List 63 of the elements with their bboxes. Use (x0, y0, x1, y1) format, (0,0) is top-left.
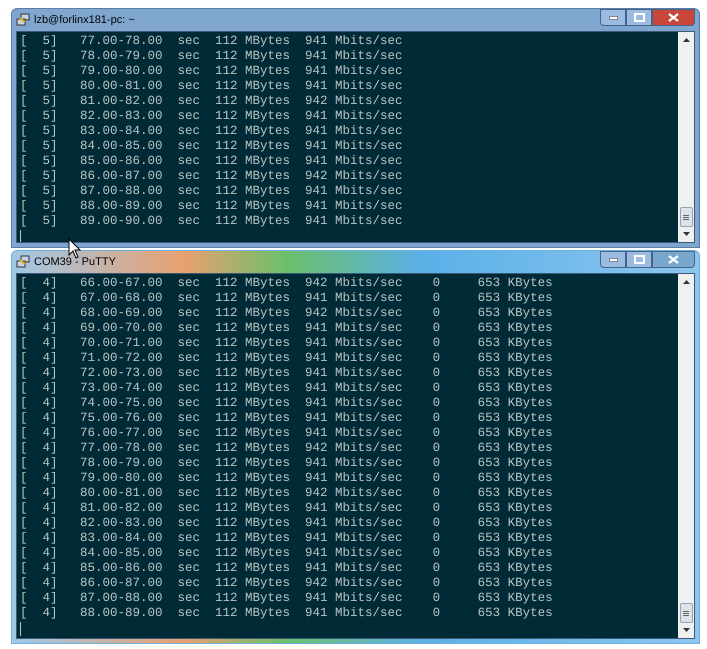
terminal-line: [ 5] 78.00-79.00 sec 112 MBytes 941 Mbits/sec (20, 49, 404, 64)
maximize-button[interactable] (626, 251, 652, 268)
terminal-line: [ 4] 84.00-85.00 sec 112 MBytes 941 Mbits/sec 0 653 KBytes (20, 546, 554, 561)
putty-computers-icon (16, 255, 30, 269)
terminal-line: [ 4] 88.00-89.00 sec 112 MBytes 941 Mbits/sec 0 653 KBytes (20, 606, 554, 621)
close-button[interactable] (652, 251, 695, 268)
terminal-line: [ 4] 78.00-79.00 sec 112 MBytes 941 Mbits/sec 0 653 KBytes (20, 456, 554, 471)
scroll-up-arrow-icon[interactable] (682, 36, 690, 45)
scrollbar[interactable] (678, 32, 694, 242)
terminal-line: [ 4] 75.00-76.00 sec 112 MBytes 941 Mbits/sec 0 653 KBytes (20, 411, 554, 426)
terminal-line: [ 4] 73.00-74.00 sec 112 MBytes 941 Mbits/sec 0 653 KBytes (20, 381, 554, 396)
terminal-line: [ 4] 71.00-72.00 sec 112 MBytes 941 Mbits/sec 0 653 KBytes (20, 351, 554, 366)
terminal-line: [ 4] 83.00-84.00 sec 112 MBytes 941 Mbits/sec 0 653 KBytes (20, 531, 554, 546)
terminal-line: [ 4] 86.00-87.00 sec 112 MBytes 942 Mbits/sec 0 653 KBytes (20, 576, 554, 591)
scroll-up-arrow-icon[interactable] (682, 278, 690, 287)
terminal-line: [ 5] 85.00-86.00 sec 112 MBytes 941 Mbits/sec (20, 154, 404, 169)
minimize-icon (608, 258, 618, 262)
minimize-button[interactable] (600, 251, 626, 268)
maximize-icon (634, 13, 644, 22)
close-icon (668, 255, 679, 264)
terminal-line: [ 4] 87.00-88.00 sec 112 MBytes 941 Mbits/sec 0 653 KBytes (20, 591, 554, 606)
terminal-line: [ 5] 86.00-87.00 sec 112 MBytes 942 Mbits/sec (20, 169, 404, 184)
terminal-line: [ 4] 74.00-75.00 sec 112 MBytes 941 Mbits/sec 0 653 KBytes (20, 396, 554, 411)
text-cursor (20, 230, 21, 242)
terminal-line: [ 4] 72.00-73.00 sec 112 MBytes 941 Mbits/sec 0 653 KBytes (20, 366, 554, 381)
mouse-pointer-icon (68, 238, 81, 259)
terminal-line: [ 4] 68.00-69.00 sec 112 MBytes 942 Mbits/sec 0 653 KBytes (20, 306, 554, 321)
scroll-down-arrow-icon[interactable] (682, 625, 690, 634)
terminal-line: [ 5] 87.00-88.00 sec 112 MBytes 941 Mbits/sec (20, 184, 404, 199)
maximize-button[interactable] (626, 9, 652, 26)
terminal-line: [ 4] 76.00-77.00 sec 112 MBytes 941 Mbits/sec 0 653 KBytes (20, 426, 554, 441)
putty-computers-icon (16, 13, 30, 27)
scrollbar[interactable] (678, 274, 694, 638)
terminal-line: [ 4] 77.00-78.00 sec 112 MBytes 942 Mbits/sec 0 653 KBytes (20, 441, 554, 456)
terminal-line: [ 5] 77.00-78.00 sec 112 MBytes 941 Mbits/sec (20, 34, 404, 49)
minimize-button[interactable] (600, 9, 626, 26)
terminal-line: [ 5] 80.00-81.00 sec 112 MBytes 941 Mbits/sec (20, 79, 404, 94)
scroll-thumb[interactable] (680, 207, 692, 227)
terminal-line: [ 4] 70.00-71.00 sec 112 MBytes 941 Mbits/sec 0 653 KBytes (20, 336, 554, 351)
window-title: lzb@forlinx181-pc: ~ (34, 12, 136, 28)
terminal-line: [ 4] 79.00-80.00 sec 112 MBytes 941 Mbits/sec 0 653 KBytes (20, 471, 554, 486)
terminal-line: [ 5] 82.00-83.00 sec 112 MBytes 941 Mbits/sec (20, 109, 404, 124)
minimize-icon (608, 16, 618, 20)
terminal-line: [ 4] 66.00-67.00 sec 112 MBytes 942 Mbits/sec 0 653 KBytes (20, 276, 554, 291)
terminal-line: [ 5] 79.00-80.00 sec 112 MBytes 941 Mbits/sec (20, 64, 404, 79)
terminal-line: [ 4] 82.00-83.00 sec 112 MBytes 941 Mbits/sec 0 653 KBytes (20, 516, 554, 531)
terminal-line: [ 5] 83.00-84.00 sec 112 MBytes 941 Mbits/sec (20, 124, 404, 139)
maximize-icon (634, 255, 644, 264)
close-icon (668, 13, 679, 22)
close-button[interactable] (652, 9, 695, 26)
terminal-line: [ 4] 80.00-81.00 sec 112 MBytes 942 Mbits/sec 0 653 KBytes (20, 486, 554, 501)
terminal-line: [ 5] 84.00-85.00 sec 112 MBytes 941 Mbits/sec (20, 139, 404, 154)
terminal-line: [ 5] 81.00-82.00 sec 112 MBytes 942 Mbits/sec (20, 94, 404, 109)
terminal-line: [ 4] 67.00-68.00 sec 112 MBytes 941 Mbits/sec 0 653 KBytes (20, 291, 554, 306)
terminal-line: [ 5] 88.00-89.00 sec 112 MBytes 941 Mbits/sec (20, 199, 404, 214)
terminal-line: [ 4] 69.00-70.00 sec 112 MBytes 941 Mbits/sec 0 653 KBytes (20, 321, 554, 336)
terminal-line: [ 4] 81.00-82.00 sec 112 MBytes 941 Mbits/sec 0 653 KBytes (20, 501, 554, 516)
terminal-line: [ 4] 85.00-86.00 sec 112 MBytes 941 Mbits/sec 0 653 KBytes (20, 561, 554, 576)
scroll-down-arrow-icon[interactable] (682, 229, 690, 238)
window-title: COM39 - PuTTY (34, 254, 117, 270)
terminal-line: [ 5] 89.00-90.00 sec 112 MBytes 941 Mbits/sec (20, 214, 404, 229)
scroll-thumb[interactable] (680, 603, 692, 623)
text-cursor (20, 622, 21, 636)
